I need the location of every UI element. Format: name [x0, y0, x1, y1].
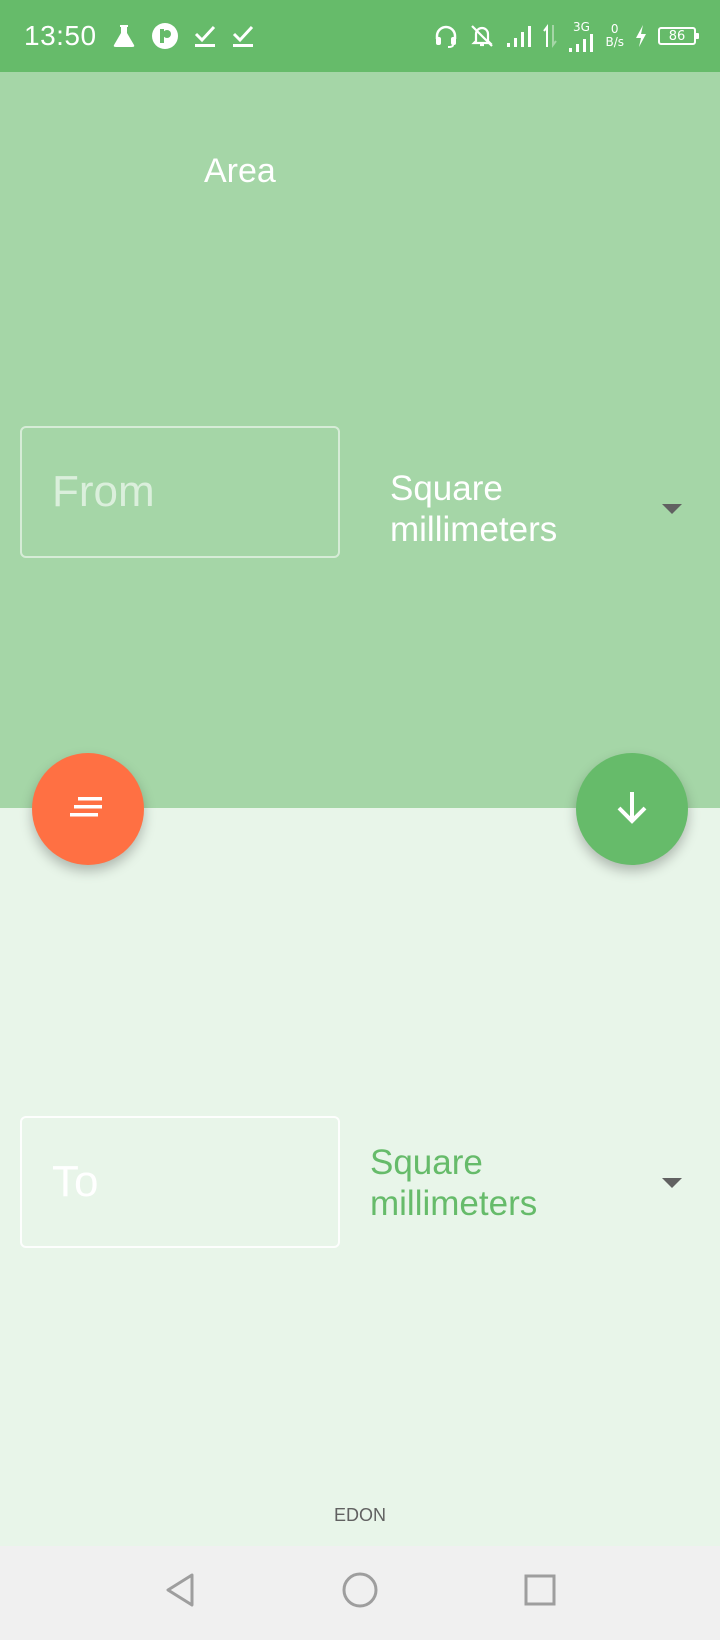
- from-unit-label: Square millimeters: [390, 469, 558, 549]
- to-section: Square millimeters EDON: [0, 808, 720, 1546]
- headset-icon: [433, 23, 459, 49]
- check-icon: [231, 23, 255, 49]
- status-right-icons: 3G 0 B/s 86: [433, 0, 699, 72]
- status-bar: 13:50 3G 0 B/s 86: [0, 0, 720, 72]
- check-icon: [193, 23, 217, 49]
- network-speed-unit: B/s: [605, 35, 624, 49]
- back-button[interactable]: [154, 1566, 206, 1618]
- recents-icon: [520, 1570, 560, 1615]
- network-speed-value: 0: [610, 22, 619, 36]
- clear-button[interactable]: [32, 753, 144, 865]
- to-unit-label: Square millimeters: [370, 1143, 538, 1223]
- brand-label: EDON: [333, 1505, 386, 1525]
- charging-icon: [634, 24, 648, 48]
- circle-p-icon: [151, 22, 179, 50]
- status-time: 13:50: [24, 20, 97, 51]
- convert-button[interactable]: [576, 753, 688, 865]
- arrow-down-icon: [612, 787, 652, 832]
- clear-lines-icon: [70, 795, 106, 824]
- back-icon: [160, 1570, 200, 1615]
- battery-icon: 86: [658, 27, 699, 45]
- status-left-icons: [111, 22, 255, 50]
- signal-3g-icon: 3G: [567, 19, 595, 52]
- chevron-down-icon: [662, 504, 682, 514]
- network-type-label: 3G: [573, 19, 590, 34]
- navigation-bar: [0, 1546, 720, 1640]
- home-icon: [340, 1570, 380, 1615]
- signal-icon: [505, 24, 533, 48]
- recents-button[interactable]: [514, 1566, 566, 1618]
- to-input[interactable]: [20, 1116, 340, 1248]
- from-section: Area Square millimeters: [0, 72, 720, 808]
- network-speed: 0 B/s: [605, 23, 624, 49]
- to-unit-dropdown[interactable]: Square millimeters: [370, 1138, 690, 1228]
- bell-off-icon: [469, 23, 495, 49]
- home-button[interactable]: [334, 1566, 386, 1618]
- data-arrows-icon: [543, 23, 558, 49]
- flask-icon: [111, 23, 137, 49]
- from-unit-dropdown[interactable]: Square millimeters: [390, 464, 690, 554]
- page-title: Area: [204, 152, 276, 190]
- battery-level: 86: [668, 28, 686, 44]
- chevron-down-icon: [662, 1178, 682, 1188]
- from-input[interactable]: [20, 426, 340, 558]
